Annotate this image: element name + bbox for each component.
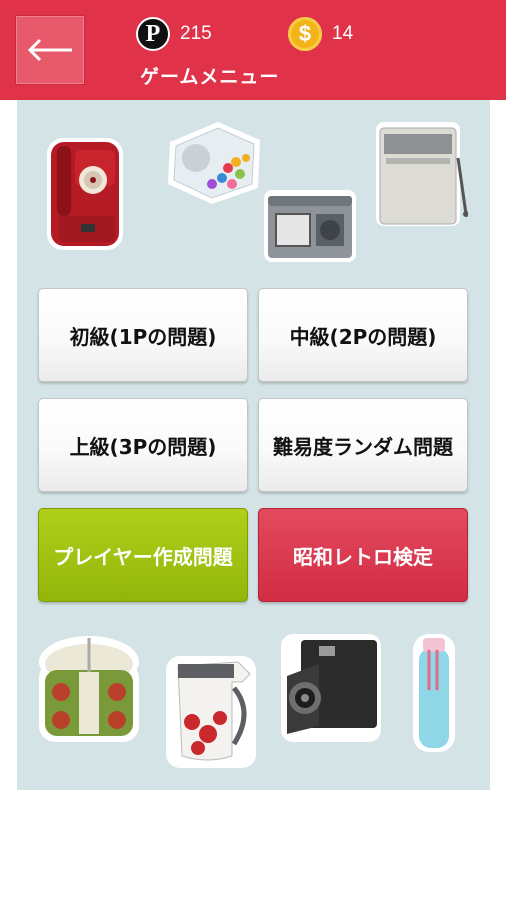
- menu-panel: 初級(1Pの問題) 中級(2Pの問題) 上級(3Pの問題) 難易度ランダム問題 …: [17, 100, 490, 790]
- flower-thermos-pot-icon: [162, 652, 262, 776]
- beginner-button[interactable]: 初級(1Pの問題): [38, 288, 248, 382]
- app-header: P 215 $ 14 ゲームメニュー: [0, 0, 506, 100]
- coin-icon: $: [288, 17, 322, 51]
- rice-cooker-icon: [35, 632, 143, 754]
- left-arrow-icon: [27, 38, 72, 62]
- advanced-button[interactable]: 上級(3Pの問題): [38, 398, 248, 492]
- candy-jar-icon: [162, 118, 266, 210]
- red-payphone-icon: [41, 128, 129, 260]
- intermediate-button[interactable]: 中級(2Pの問題): [258, 288, 468, 382]
- water-bottle-icon: [407, 632, 463, 758]
- radio-cassette-icon: [262, 188, 358, 268]
- washing-machine-icon: [372, 118, 469, 234]
- coins-value: 14: [332, 23, 354, 44]
- back-button[interactable]: [15, 15, 85, 85]
- points-icon: P: [136, 17, 170, 51]
- folding-camera-icon: [279, 630, 383, 750]
- points-value: 215: [180, 23, 212, 44]
- random-difficulty-button[interactable]: 難易度ランダム問題: [258, 398, 468, 492]
- player-created-button[interactable]: プレイヤー作成問題: [38, 508, 248, 602]
- points-display: P 215: [136, 17, 212, 51]
- page-title: ゲームメニュー: [140, 66, 280, 88]
- showa-retro-exam-button[interactable]: 昭和レトロ検定: [258, 508, 468, 602]
- coins-display: $ 14: [288, 17, 353, 51]
